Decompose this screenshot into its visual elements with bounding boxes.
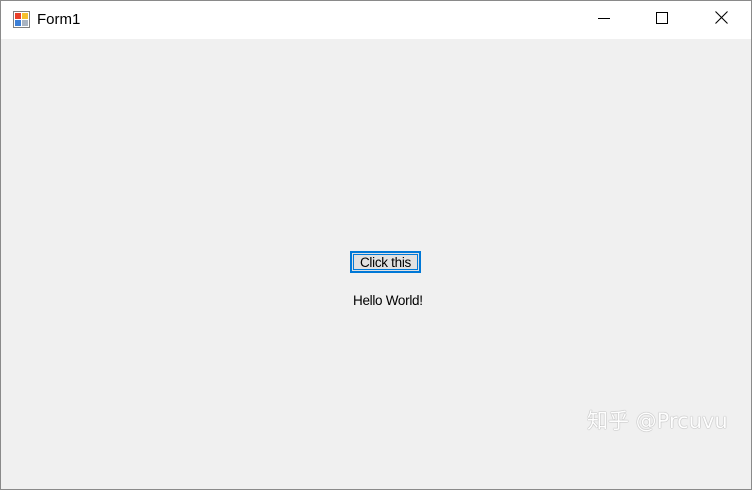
title-bar[interactable]: Form1 [1,1,751,39]
minimize-button[interactable] [575,1,633,39]
close-button[interactable] [692,1,750,39]
hello-label: Hello World! [353,293,423,308]
maximize-button[interactable] [633,1,691,39]
window-title: Form1 [37,11,81,28]
minimize-icon [598,11,610,29]
app-window: Form1 Click this Hello World! 知乎 @Prcuvu [0,0,752,490]
winforms-app-icon [13,11,30,28]
close-icon [714,11,728,29]
click-this-button[interactable]: Click this [350,251,421,273]
click-this-button-label: Click this [359,254,411,270]
maximize-icon [656,11,668,29]
watermark-text: 知乎 @Prcuvu [587,409,728,433]
